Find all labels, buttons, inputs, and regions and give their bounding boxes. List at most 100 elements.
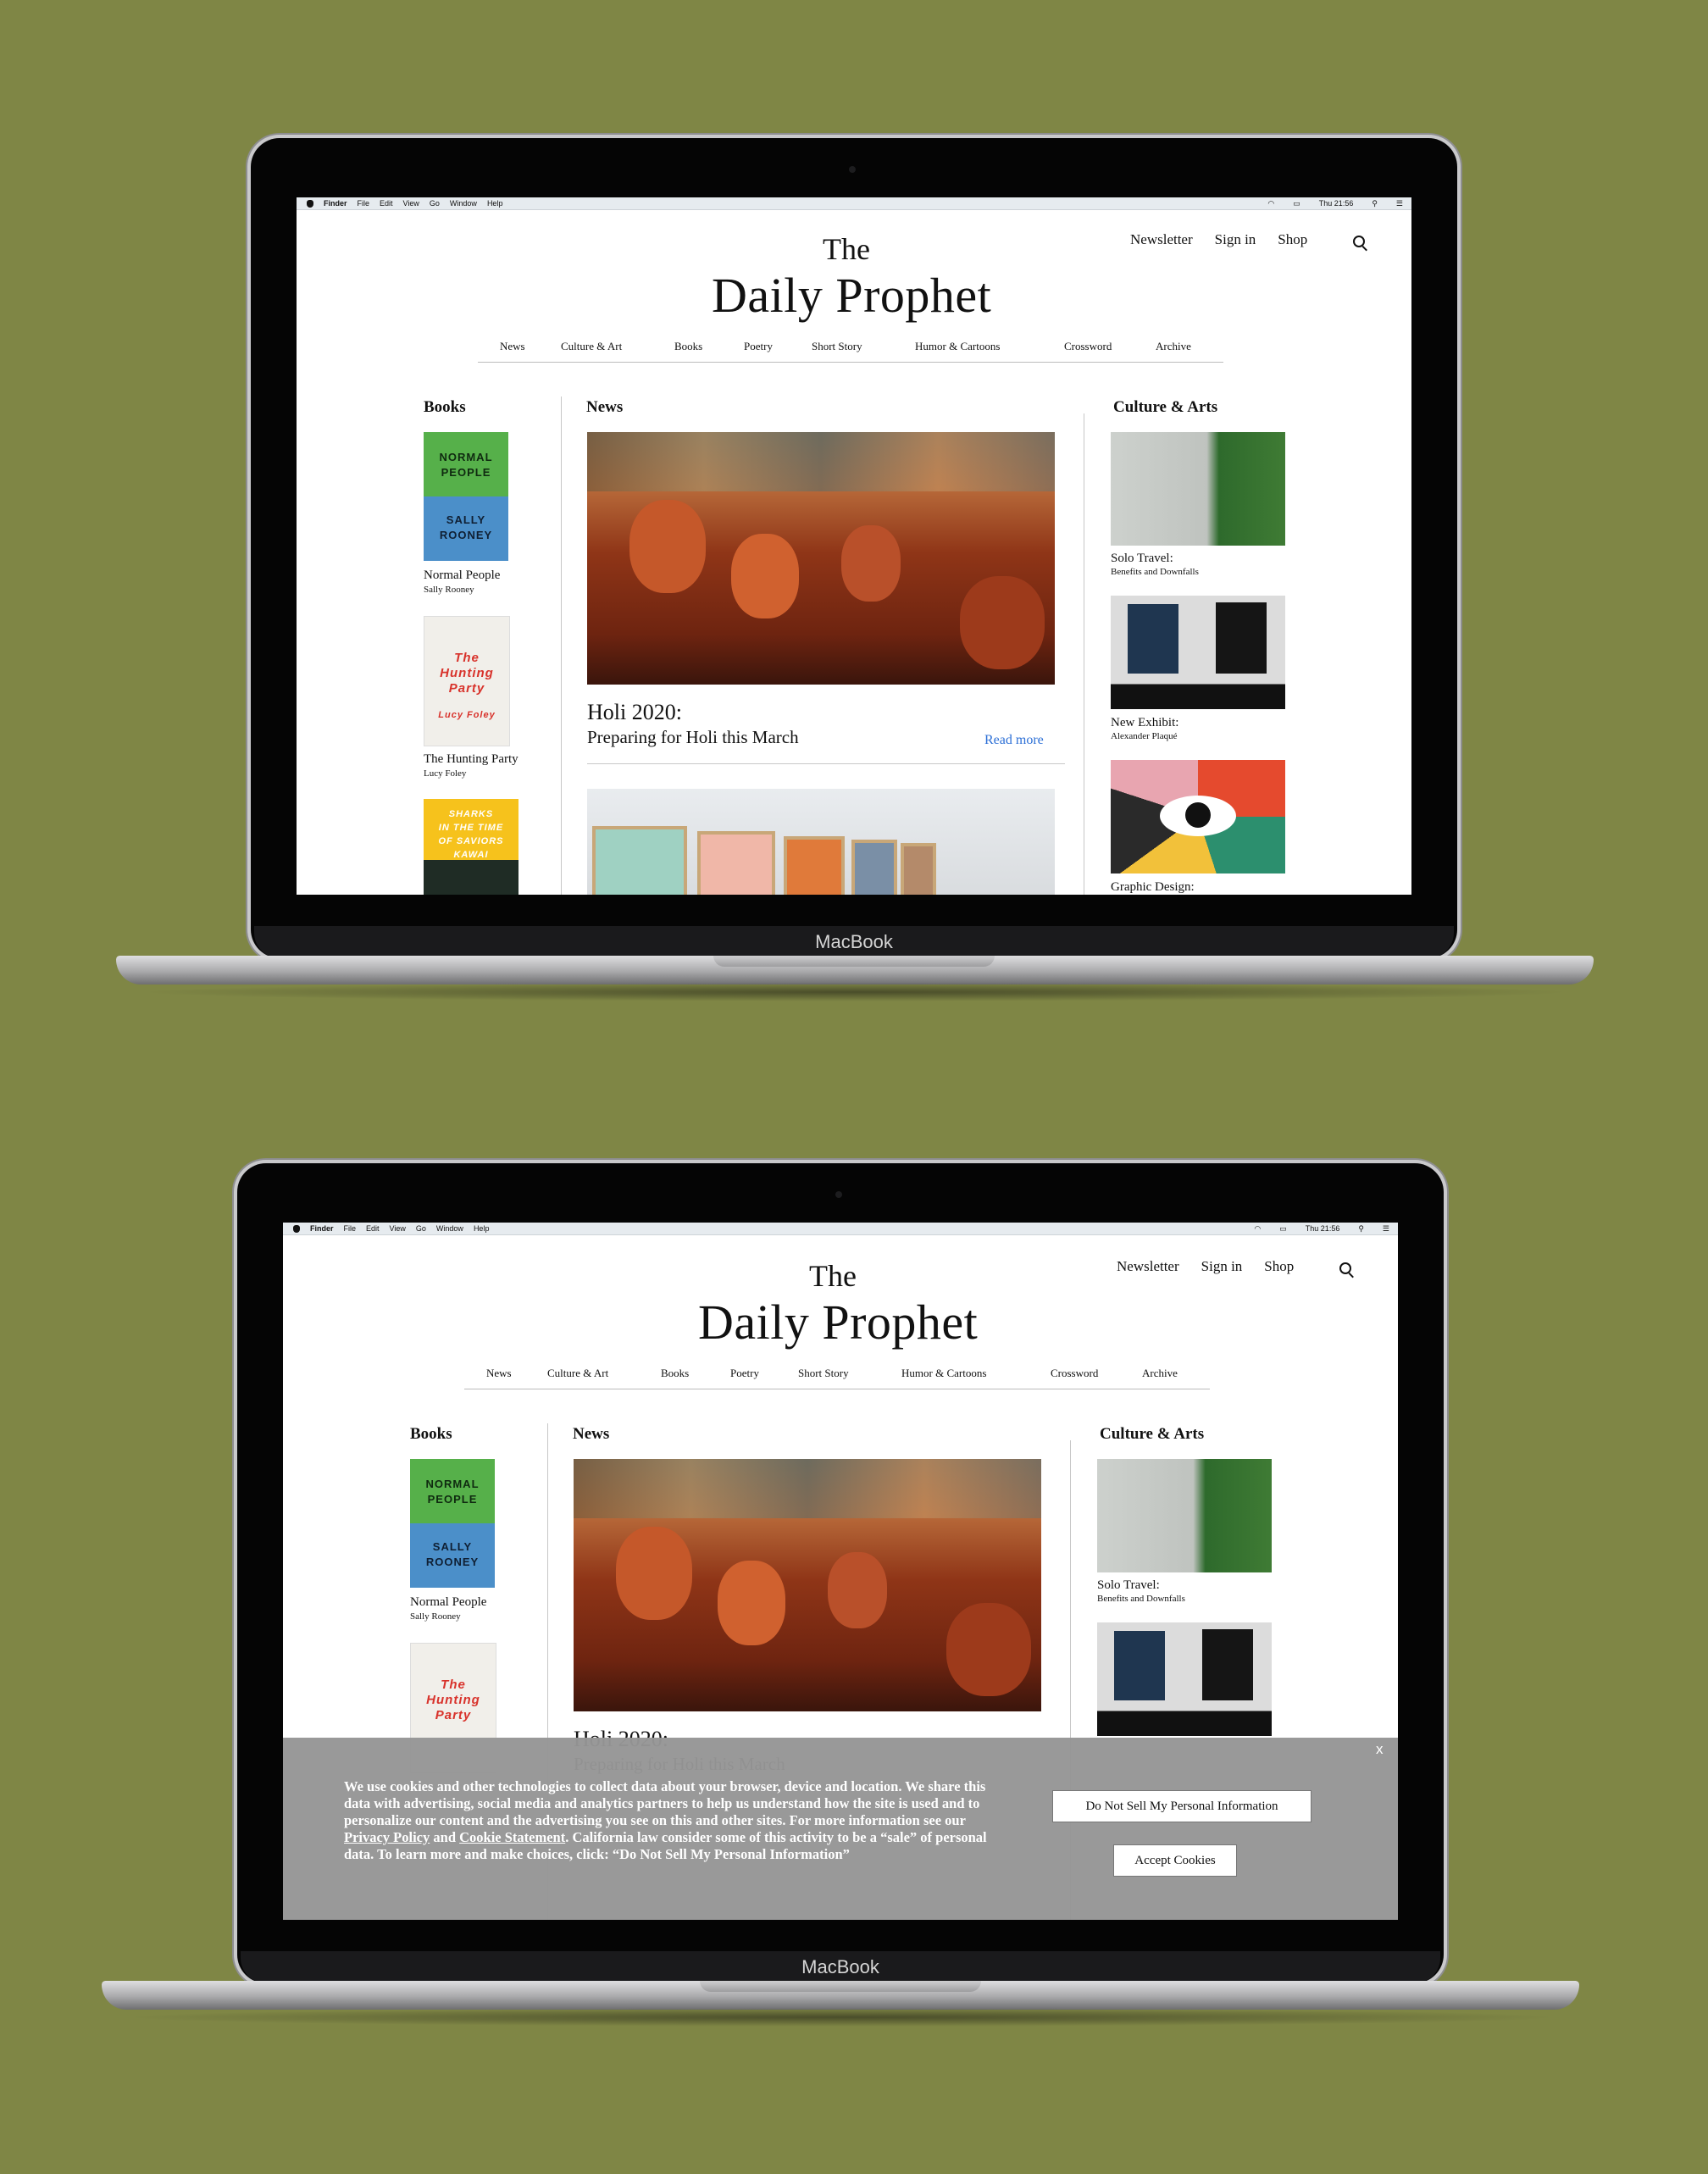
books-heading: Books bbox=[410, 1425, 452, 1443]
newsletter-link[interactable]: Newsletter bbox=[1117, 1258, 1179, 1275]
book-cover[interactable]: The Hunting Party Lucy Foley bbox=[424, 616, 510, 746]
menu-file[interactable]: File bbox=[358, 199, 370, 208]
main-nav: News Culture & Art Books Poetry Short St… bbox=[464, 1360, 1210, 1389]
book-title[interactable]: The Hunting Party bbox=[424, 752, 518, 767]
screen: Finder File Edit View Go Window Help ◠ ▭… bbox=[283, 1223, 1398, 1920]
utility-links: Newsletter Sign in Shop bbox=[1108, 231, 1307, 248]
nav-books[interactable]: Books bbox=[674, 340, 702, 353]
clock[interactable]: Thu 21:56 bbox=[1306, 1224, 1340, 1233]
battery-icon[interactable]: ▭ bbox=[1293, 199, 1300, 208]
culture-title[interactable]: New Exhibit: bbox=[1111, 716, 1178, 730]
holi-photo[interactable] bbox=[587, 432, 1055, 685]
list-icon[interactable]: ☰ bbox=[1396, 199, 1403, 208]
book-cover[interactable]: SHARKS IN THE TIME OF SAVIORS KAWAI bbox=[424, 799, 518, 895]
logo[interactable]: Daily Prophet bbox=[698, 1294, 978, 1350]
nav-short-story[interactable]: Short Story bbox=[798, 1367, 849, 1380]
menu-edit[interactable]: Edit bbox=[380, 199, 393, 208]
menu-file[interactable]: File bbox=[344, 1224, 357, 1233]
travel-photo[interactable] bbox=[1111, 432, 1285, 546]
spotlight-icon[interactable]: ⚲ bbox=[1358, 1224, 1364, 1234]
accept-cookies-button[interactable]: Accept Cookies bbox=[1113, 1844, 1237, 1877]
menu-view[interactable]: View bbox=[390, 1224, 406, 1233]
news-heading: News bbox=[586, 398, 624, 416]
nav-culture-art[interactable]: Culture & Art bbox=[547, 1367, 608, 1380]
do-not-sell-button[interactable]: Do Not Sell My Personal Information bbox=[1052, 1790, 1312, 1822]
menu-help[interactable]: Help bbox=[474, 1224, 490, 1233]
spotlight-icon[interactable]: ⚲ bbox=[1372, 199, 1378, 208]
nav-news[interactable]: News bbox=[500, 340, 525, 353]
clock[interactable]: Thu 21:56 bbox=[1319, 199, 1354, 208]
nav-crossword[interactable]: Crossword bbox=[1064, 340, 1112, 353]
culture-subtitle: Benefits and Downfalls bbox=[1097, 1594, 1185, 1604]
search-icon[interactable] bbox=[1353, 236, 1365, 247]
search-icon[interactable] bbox=[1339, 1262, 1351, 1274]
utility-links: Newsletter Sign in Shop bbox=[1095, 1258, 1294, 1275]
cookie-statement-link[interactable]: Cookie Statement bbox=[459, 1829, 565, 1845]
logo[interactable]: Daily Prophet bbox=[712, 267, 991, 324]
divider bbox=[587, 763, 1065, 764]
nav-archive[interactable]: Archive bbox=[1142, 1367, 1178, 1380]
culture-heading: Culture & Arts bbox=[1113, 398, 1218, 416]
close-icon[interactable]: x bbox=[1376, 1741, 1384, 1758]
menu-help[interactable]: Help bbox=[487, 199, 503, 208]
menu-view[interactable]: View bbox=[403, 199, 419, 208]
menu-window[interactable]: Window bbox=[450, 199, 477, 208]
menu-app[interactable]: Finder bbox=[310, 1224, 334, 1233]
books-heading: Books bbox=[424, 398, 466, 416]
menubar: Finder File Edit View Go Window Help ◠ ▭… bbox=[283, 1223, 1398, 1235]
menu-go[interactable]: Go bbox=[416, 1224, 426, 1233]
nav-humor-cartoons[interactable]: Humor & Cartoons bbox=[915, 340, 1000, 353]
book-title[interactable]: Normal People bbox=[410, 1595, 486, 1610]
travel-photo[interactable] bbox=[1097, 1459, 1272, 1572]
news-heading: News bbox=[573, 1425, 610, 1443]
menu-edit[interactable]: Edit bbox=[366, 1224, 380, 1233]
nav-books[interactable]: Books bbox=[661, 1367, 689, 1380]
laptop-shadow bbox=[136, 983, 1576, 1001]
culture-heading: Culture & Arts bbox=[1100, 1425, 1205, 1443]
menu-app[interactable]: Finder bbox=[324, 199, 347, 208]
wifi-icon[interactable]: ◠ bbox=[1267, 199, 1274, 208]
nav-crossword[interactable]: Crossword bbox=[1051, 1367, 1098, 1380]
newsletter-link[interactable]: Newsletter bbox=[1130, 231, 1193, 248]
gallery-photo[interactable] bbox=[587, 789, 1055, 895]
list-icon[interactable]: ☰ bbox=[1383, 1224, 1389, 1234]
book-cover[interactable]: NORMAL PEOPLE SALLY ROONEY bbox=[424, 432, 508, 561]
book-author: Lucy Foley bbox=[424, 768, 467, 779]
culture-title[interactable]: Graphic Design: bbox=[1111, 880, 1195, 895]
sign-in-link[interactable]: Sign in bbox=[1215, 231, 1256, 248]
menu-go[interactable]: Go bbox=[430, 199, 440, 208]
nav-short-story[interactable]: Short Story bbox=[812, 340, 862, 353]
apple-icon[interactable] bbox=[293, 1224, 300, 1233]
culture-title[interactable]: Solo Travel: bbox=[1111, 552, 1173, 566]
laptop-notch bbox=[713, 956, 995, 967]
news-headline[interactable]: Holi 2020: bbox=[587, 700, 682, 725]
sign-in-link[interactable]: Sign in bbox=[1201, 1258, 1243, 1275]
nav-archive[interactable]: Archive bbox=[1156, 340, 1191, 353]
book-title[interactable]: Normal People bbox=[424, 568, 500, 583]
logo-the: The bbox=[809, 1259, 857, 1293]
design-photo[interactable] bbox=[1111, 760, 1285, 873]
privacy-policy-link[interactable]: Privacy Policy bbox=[344, 1829, 430, 1845]
apple-icon[interactable] bbox=[307, 199, 313, 208]
laptop-notch bbox=[700, 1981, 981, 1992]
cookie-message: We use cookies and other technologies to… bbox=[344, 1778, 987, 1862]
camera bbox=[835, 1191, 842, 1198]
nav-poetry[interactable]: Poetry bbox=[730, 1367, 759, 1380]
shop-link[interactable]: Shop bbox=[1264, 1258, 1294, 1275]
book-cover[interactable]: NORMAL PEOPLE SALLY ROONEY bbox=[410, 1459, 495, 1588]
culture-title[interactable]: Solo Travel: bbox=[1097, 1578, 1160, 1593]
exhibit-photo[interactable] bbox=[1097, 1622, 1272, 1736]
culture-subtitle: Benefits and Downfalls bbox=[1111, 567, 1199, 577]
nav-poetry[interactable]: Poetry bbox=[744, 340, 773, 353]
nav-humor-cartoons[interactable]: Humor & Cartoons bbox=[901, 1367, 986, 1380]
nav-culture-art[interactable]: Culture & Art bbox=[561, 340, 622, 353]
read-more-link[interactable]: Read more bbox=[984, 733, 1044, 748]
shop-link[interactable]: Shop bbox=[1278, 231, 1307, 248]
menu-window[interactable]: Window bbox=[436, 1224, 463, 1233]
wifi-icon[interactable]: ◠ bbox=[1254, 1224, 1261, 1234]
brand-label: MacBook bbox=[254, 926, 1454, 958]
holi-photo[interactable] bbox=[574, 1459, 1041, 1711]
exhibit-photo[interactable] bbox=[1111, 596, 1285, 709]
nav-news[interactable]: News bbox=[486, 1367, 512, 1380]
battery-icon[interactable]: ▭ bbox=[1279, 1224, 1287, 1234]
